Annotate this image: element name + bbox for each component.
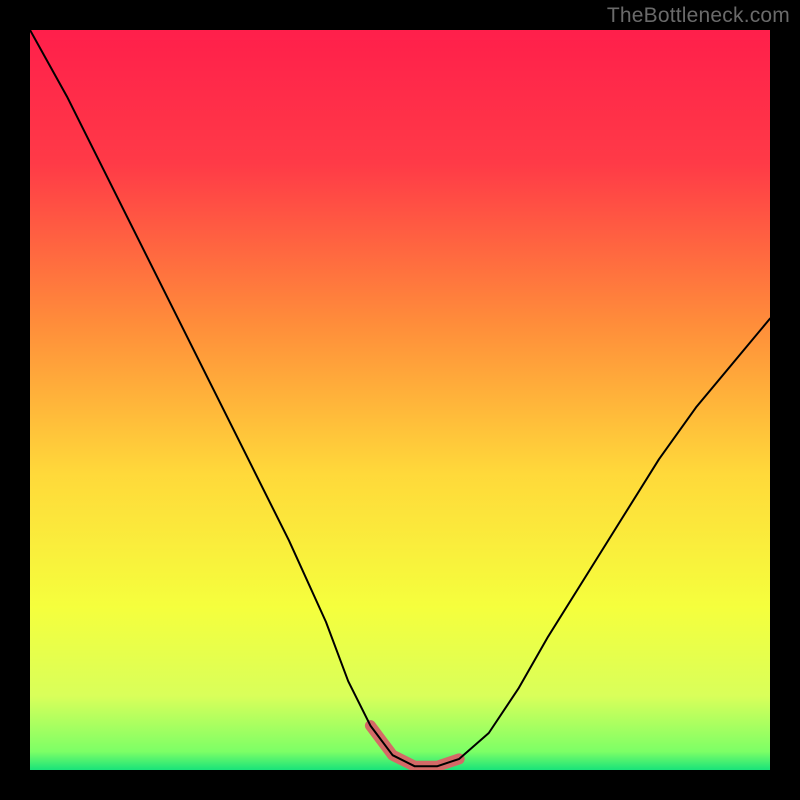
- plot-area: [30, 30, 770, 770]
- bottleneck-curve: [30, 30, 770, 766]
- sweet-spot-band: [370, 726, 459, 767]
- watermark-text: TheBottleneck.com: [607, 4, 790, 28]
- curve-layer: [30, 30, 770, 770]
- chart-frame: TheBottleneck.com: [0, 0, 800, 800]
